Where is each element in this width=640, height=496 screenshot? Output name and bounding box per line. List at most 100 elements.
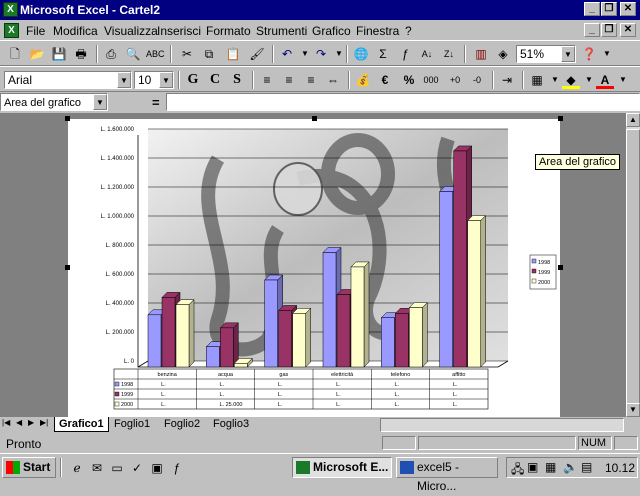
new-icon[interactable]: 🗋 bbox=[6, 45, 24, 63]
undo-icon[interactable]: ↶ bbox=[278, 45, 296, 63]
tab-foglio3[interactable]: Foglio3 bbox=[209, 417, 253, 432]
channels-icon[interactable]: ✓ bbox=[128, 459, 146, 477]
resize-handle[interactable] bbox=[65, 116, 70, 121]
underline-button[interactable]: S bbox=[228, 71, 246, 89]
cut-icon[interactable]: ✂ bbox=[178, 45, 196, 63]
start-button[interactable]: Start bbox=[2, 457, 56, 478]
tab-next-icon[interactable]: ▶ bbox=[28, 418, 34, 427]
tab-last-icon[interactable]: ▶| bbox=[40, 418, 48, 427]
function-icon[interactable]: ƒ bbox=[396, 45, 414, 63]
horizontal-scrollbar[interactable] bbox=[380, 418, 624, 432]
currency-style-icon[interactable]: 💰 bbox=[354, 71, 372, 89]
font-select[interactable]: Arial ▼ bbox=[4, 71, 132, 89]
print-icon[interactable]: ⎙ bbox=[102, 45, 120, 63]
hyperlink-icon[interactable]: 🌐 bbox=[352, 45, 370, 63]
autosum-icon[interactable]: Σ bbox=[374, 45, 392, 63]
scroll-down-icon[interactable]: ▼ bbox=[626, 403, 640, 417]
menu-finestra[interactable]: Finestra bbox=[356, 24, 399, 38]
indent-icon[interactable]: ⇥ bbox=[498, 71, 516, 89]
excel-icon[interactable]: X bbox=[3, 2, 18, 17]
copy-icon[interactable]: ⧉ bbox=[200, 45, 218, 63]
legend[interactable]: 1998 1999 2000 bbox=[529, 254, 557, 290]
toolbar-options-icon[interactable]: ▼ bbox=[598, 45, 616, 63]
menu-formato[interactable]: Formato bbox=[206, 24, 251, 38]
font-color-dropdown-icon[interactable]: ▼ bbox=[614, 71, 632, 89]
menu-visualizza[interactable]: Visualizza bbox=[104, 24, 158, 38]
menu-modifica[interactable]: Modifica bbox=[53, 24, 98, 38]
decrease-decimal-icon[interactable]: -0 bbox=[468, 71, 486, 89]
format-painter-icon[interactable]: 🖌 bbox=[248, 45, 266, 63]
align-right-icon[interactable]: ≡ bbox=[302, 71, 320, 89]
maximize-button[interactable]: ❐ bbox=[601, 2, 617, 16]
font-color-icon[interactable]: A bbox=[596, 71, 614, 89]
increase-decimal-icon[interactable]: +0 bbox=[446, 71, 464, 89]
network-icon[interactable]: 🖧 bbox=[511, 460, 524, 481]
menu-strumenti[interactable]: Strumenti bbox=[256, 24, 307, 38]
task-word[interactable]: excel5 - Micro... bbox=[396, 457, 498, 493]
font-size-select[interactable]: 10 ▼ bbox=[134, 71, 174, 89]
scroll-up-icon[interactable]: ▲ bbox=[626, 113, 640, 127]
open-icon[interactable]: 📂 bbox=[28, 45, 46, 63]
task-excel[interactable]: Microsoft E... bbox=[292, 457, 392, 478]
office-assistant-icon[interactable]: ❓ bbox=[580, 45, 598, 63]
align-center-icon[interactable]: ≡ bbox=[280, 71, 298, 89]
spelling-icon[interactable]: ABC bbox=[146, 45, 165, 63]
drawing-icon[interactable]: ◈ bbox=[494, 45, 512, 63]
tab-foglio1[interactable]: Foglio1 bbox=[110, 417, 154, 432]
outlook-icon[interactable]: ✉ bbox=[88, 459, 106, 477]
scroll-thumb[interactable] bbox=[626, 129, 640, 405]
doc-minimize-button[interactable]: _ bbox=[584, 23, 600, 37]
internet-explorer-icon[interactable]: ℯ bbox=[68, 459, 86, 477]
fill-color-icon[interactable]: ◆ bbox=[562, 71, 580, 89]
borders-icon[interactable]: ▦ bbox=[528, 71, 546, 89]
menu-file[interactable]: File bbox=[26, 24, 45, 38]
task-icon[interactable]: ▤ bbox=[581, 460, 592, 474]
formula-input[interactable] bbox=[166, 93, 640, 111]
function-shortcut-icon[interactable]: ƒ bbox=[168, 459, 186, 477]
tab-foglio2[interactable]: Foglio2 bbox=[160, 417, 204, 432]
bold-button[interactable]: G bbox=[184, 71, 202, 89]
resize-handle[interactable] bbox=[558, 265, 563, 270]
menu-inserisci[interactable]: Inserisci bbox=[157, 24, 201, 38]
sort-descending-icon[interactable]: Z↓ bbox=[440, 45, 458, 63]
app-shortcut-icon[interactable]: ▣ bbox=[148, 459, 166, 477]
vertical-scrollbar[interactable]: ▲ ▼ bbox=[626, 113, 640, 417]
name-box[interactable]: Area del grafico ▼ bbox=[0, 93, 108, 111]
percent-button[interactable]: % bbox=[400, 71, 418, 89]
resize-handle[interactable] bbox=[65, 265, 70, 270]
chart-wizard-icon[interactable]: ▥ bbox=[472, 45, 490, 63]
resize-handle[interactable] bbox=[312, 116, 317, 121]
chart-area[interactable]: L. 0 L. 200.000 L. 400.000 L. 600.000 L. 800… bbox=[65, 116, 563, 417]
menu-grafico[interactable]: Grafico bbox=[312, 24, 351, 38]
tab-prev-icon[interactable]: ◀ bbox=[16, 418, 22, 427]
desktop-icon[interactable]: ▭ bbox=[108, 459, 126, 477]
font-dropdown-icon[interactable]: ▼ bbox=[117, 72, 131, 88]
paste-icon[interactable]: 📋 bbox=[224, 45, 242, 63]
sort-ascending-icon[interactable]: A↓ bbox=[418, 45, 436, 63]
redo-icon[interactable]: ↷ bbox=[312, 45, 330, 63]
scheduler-icon[interactable]: ▦ bbox=[545, 460, 556, 474]
doc-close-button[interactable]: ✕ bbox=[620, 23, 636, 37]
euro-button[interactable]: € bbox=[376, 71, 394, 89]
monitor-icon[interactable]: ▣ bbox=[527, 460, 538, 474]
merge-center-icon[interactable]: ⇔ bbox=[324, 71, 342, 89]
zoom-select[interactable]: 51% ▼ bbox=[516, 45, 576, 63]
data-table[interactable]: benzina acqua gas elettricità telefono affitt… bbox=[113, 368, 489, 410]
menu-help[interactable]: ? bbox=[405, 24, 412, 38]
volume-icon[interactable]: 🔈 bbox=[563, 460, 578, 474]
font-size-dropdown-icon[interactable]: ▼ bbox=[159, 72, 173, 88]
align-left-icon[interactable]: ≡ bbox=[258, 71, 276, 89]
zoom-dropdown-icon[interactable]: ▼ bbox=[561, 46, 575, 62]
resize-handle[interactable] bbox=[558, 116, 563, 121]
name-box-dropdown-icon[interactable]: ▼ bbox=[93, 94, 107, 110]
document-icon[interactable]: X bbox=[4, 23, 19, 38]
tab-grafico1[interactable]: Grafico1 bbox=[54, 417, 109, 432]
close-button[interactable]: ✕ bbox=[620, 2, 636, 16]
preview-icon[interactable]: 🔍 bbox=[124, 45, 142, 63]
comma-style-icon[interactable]: 000 bbox=[422, 71, 440, 89]
italic-button[interactable]: C bbox=[206, 71, 224, 89]
doc-restore-button[interactable]: ❐ bbox=[601, 23, 617, 37]
minimize-button[interactable]: _ bbox=[584, 2, 600, 16]
print-preview-icon[interactable]: 🖶 bbox=[72, 45, 90, 63]
save-icon[interactable]: 💾 bbox=[50, 45, 68, 63]
